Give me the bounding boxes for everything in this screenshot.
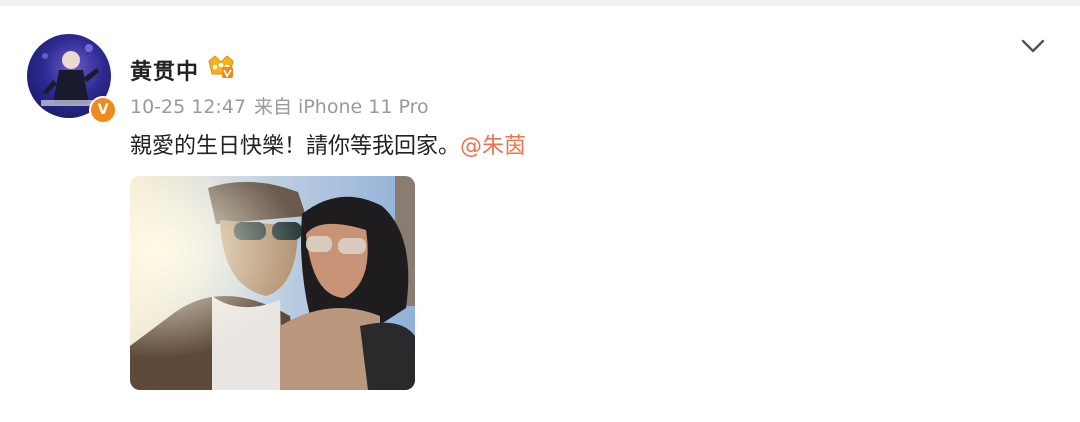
author-avatar[interactable]: V — [27, 34, 117, 124]
post-source: 来自 iPhone 11 Pro — [254, 96, 429, 118]
post-meta: 10-25 12:47 来自 iPhone 11 Pro — [130, 92, 437, 119]
photo-image — [130, 176, 415, 390]
author-name[interactable]: 黄贯中 — [130, 54, 199, 86]
post-photo[interactable] — [130, 176, 415, 390]
chevron-down-icon[interactable] — [1020, 36, 1046, 56]
vip-crown-icon[interactable] — [207, 53, 235, 79]
post-body: 親愛的生日快樂！請你等我回家。 — [130, 134, 461, 159]
mention-link[interactable]: @朱茵 — [460, 134, 526, 159]
post-text: 親愛的生日快樂！請你等我回家。@朱茵 — [130, 128, 526, 160]
verified-badge-icon: V — [89, 96, 117, 124]
post-time[interactable]: 10-25 12:47 — [130, 96, 246, 118]
